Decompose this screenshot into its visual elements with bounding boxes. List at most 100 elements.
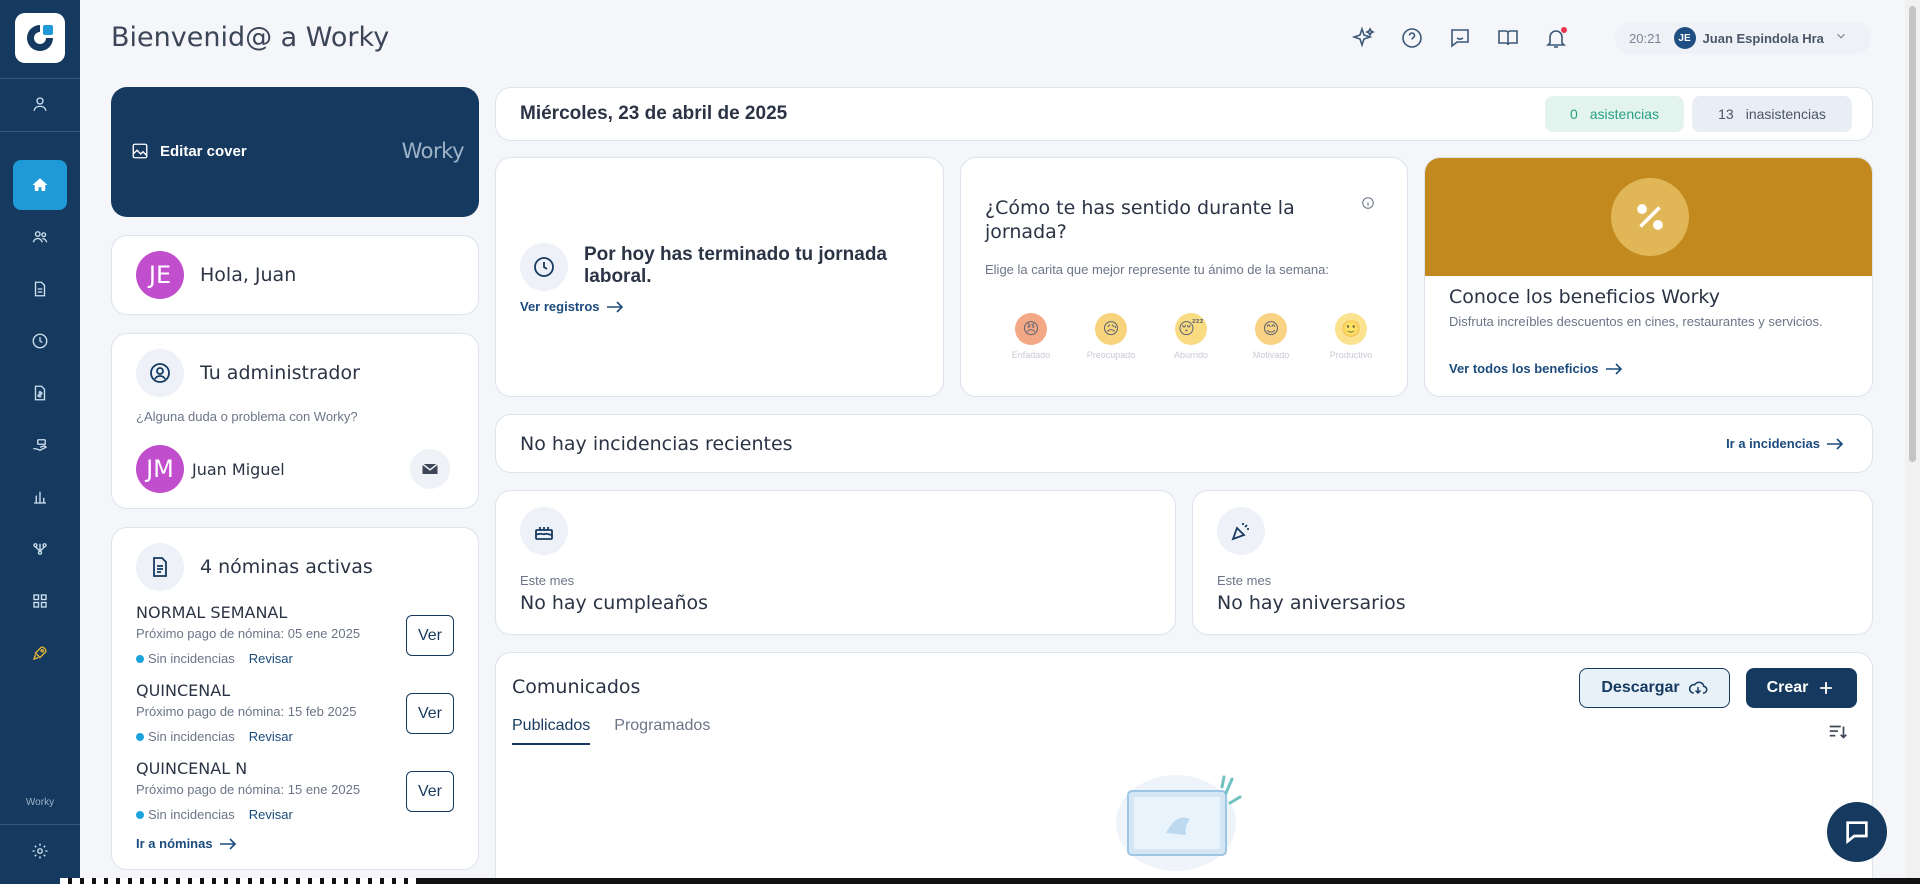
date-bar: Miércoles, 23 de abril de 2025 0 asistenc…	[495, 87, 1873, 141]
apps-grid-icon[interactable]	[13, 576, 67, 626]
status-text: Sin incidencias	[148, 729, 235, 744]
workday-message: Por hoy has terminado tu jornada laboral…	[584, 244, 887, 287]
user-icon[interactable]	[13, 79, 67, 129]
greeting-card: JE Hola, Juan	[111, 235, 479, 315]
bottom-strip	[60, 878, 1920, 884]
empty-state-illustration	[1096, 763, 1256, 878]
worky-logo[interactable]	[15, 13, 65, 63]
mood-motivated-button[interactable]: 😊 Motivado	[1231, 313, 1311, 360]
payroll-name: QUINCENAL N	[136, 759, 248, 778]
chevron-down-icon	[1834, 29, 1848, 48]
mail-icon	[422, 463, 438, 474]
payroll-next-date: Próximo pago de nómina: 05 ene 2025	[136, 626, 361, 641]
mood-bored-button[interactable]: 😴 Aburrido	[1151, 313, 1231, 360]
view-payroll-button[interactable]: Ver	[406, 693, 454, 734]
clock-icon	[520, 243, 568, 291]
notification-dot	[1561, 27, 1567, 33]
home-icon[interactable]	[13, 160, 67, 210]
admin-avatar: JM	[136, 445, 184, 493]
attendance-badge[interactable]: 0 asistencias	[1545, 96, 1684, 132]
review-link[interactable]: Revisar	[249, 729, 293, 744]
book-icon[interactable]	[1494, 24, 1522, 52]
feedback-icon[interactable]	[1446, 24, 1474, 52]
payroll-name: QUINCENAL	[136, 681, 231, 700]
scrollbar-thumb[interactable]	[1909, 6, 1916, 462]
incidents-message: No hay incidencias recientes	[520, 433, 793, 455]
create-button[interactable]: Crear	[1746, 668, 1857, 708]
chat-support-button[interactable]	[1827, 802, 1887, 862]
view-payroll-button[interactable]: Ver	[406, 771, 454, 812]
mood-productive-button[interactable]: 🙂 Productivo	[1311, 313, 1391, 360]
settings-icon[interactable]	[13, 826, 67, 876]
mood-options: 😠 Enfadado 😥 Preocupado 😴 Aburrido 😊 Motivad…	[991, 313, 1391, 360]
payroll-card: 4 nóminas activas NORMAL SEMANAL Próximo…	[111, 527, 479, 870]
view-payroll-button[interactable]: Ver	[406, 615, 454, 656]
absence-badge[interactable]: 13 inasistencias	[1692, 96, 1852, 132]
party-popper-icon	[1217, 507, 1265, 555]
download-label: Descargar	[1601, 679, 1680, 696]
org-icon[interactable]	[13, 524, 67, 574]
announcements-title: Comunicados	[512, 676, 641, 698]
help-icon[interactable]	[1398, 24, 1426, 52]
hand-money-icon[interactable]	[13, 420, 67, 470]
info-icon[interactable]	[1361, 196, 1375, 215]
team-icon[interactable]	[13, 212, 67, 262]
tab-published[interactable]: Publicados	[512, 717, 591, 745]
edit-cover-button[interactable]: Editar cover	[131, 142, 247, 160]
page-scrollbar[interactable]	[1905, 0, 1920, 884]
review-link[interactable]: Revisar	[249, 807, 293, 822]
bar-chart-icon[interactable]	[13, 472, 67, 522]
cake-icon	[520, 507, 568, 555]
edit-cover-label: Editar cover	[160, 142, 247, 160]
sparkle-ai-icon[interactable]	[1350, 24, 1378, 52]
payroll-title: 4 nóminas activas	[200, 556, 373, 578]
avatar: JE	[136, 251, 184, 299]
go-to-incidents-link[interactable]: Ir a incidencias	[1726, 436, 1844, 451]
arrow-right-icon	[219, 837, 236, 850]
payroll-name: NORMAL SEMANAL	[136, 603, 288, 622]
mood-worried-button[interactable]: 😥 Preocupado	[1071, 313, 1151, 360]
user-name: Juan Espindola Hra	[1702, 30, 1824, 46]
go-to-payrolls-link[interactable]: Ir a nóminas	[136, 836, 237, 851]
payroll-icon[interactable]	[13, 368, 67, 418]
all-benefits-link[interactable]: Ver todos los beneficios	[1449, 361, 1623, 376]
mood-label: Aburrido	[1173, 350, 1209, 360]
benefits-card: Conoce los beneficios Worky Disfruta inc…	[1424, 157, 1873, 397]
notification-bell-icon[interactable]	[1542, 24, 1570, 52]
absence-label: inasistencias	[1745, 106, 1826, 122]
view-records-link[interactable]: Ver registros	[520, 299, 624, 314]
review-link[interactable]: Revisar	[249, 651, 293, 666]
birthdays-message: No hay cumpleaños	[520, 592, 709, 614]
chat-bubble-icon	[1846, 821, 1868, 845]
left-sidebar: Worky	[0, 0, 80, 884]
payroll-status: Sin incidencias Revisar	[136, 729, 293, 744]
mood-label: Motivado	[1252, 350, 1290, 360]
birthdays-card: Este mes No hay cumpleaños	[495, 490, 1176, 635]
rocket-icon[interactable]	[13, 628, 67, 678]
incidents-card: No hay incidencias recientes Ir a incide…	[495, 414, 1873, 473]
bored-face-icon: 😴	[1175, 313, 1207, 345]
anniversaries-period: Este mes	[1217, 573, 1272, 588]
mood-card: ¿Cómo te has sentido durante la jornada?…	[960, 157, 1408, 397]
tab-scheduled[interactable]: Programados	[614, 717, 710, 745]
admin-support-icon	[136, 349, 184, 397]
sort-icon[interactable]	[1827, 721, 1849, 748]
admin-name: Juan Miguel	[192, 460, 285, 479]
user-menu[interactable]: 20:21 JE Juan Espindola Hra	[1615, 22, 1871, 54]
email-button[interactable]	[410, 449, 450, 489]
birthdays-period: Este mes	[520, 573, 575, 588]
document-icon[interactable]	[13, 264, 67, 314]
status-dot	[136, 810, 144, 819]
admin-card: Tu administrador ¿Alguna duda o problema…	[111, 333, 479, 509]
download-button[interactable]: Descargar	[1579, 668, 1730, 708]
cover-banner: Editar cover Worky	[111, 87, 479, 217]
payroll-status: Sin incidencias Revisar	[136, 651, 293, 666]
arrow-right-icon	[606, 300, 623, 313]
mood-angry-button[interactable]: 😠 Enfadado	[991, 313, 1071, 360]
angry-face-icon: 😠	[1015, 313, 1047, 345]
top-header: Bienvenid@ a Worky 20:21 JE Juan Espindo…	[80, 0, 1903, 76]
user-avatar: JE	[1673, 27, 1696, 49]
absence-count: 13	[1718, 106, 1734, 122]
clock-icon[interactable]	[13, 316, 67, 366]
arrow-right-icon	[1605, 362, 1622, 375]
